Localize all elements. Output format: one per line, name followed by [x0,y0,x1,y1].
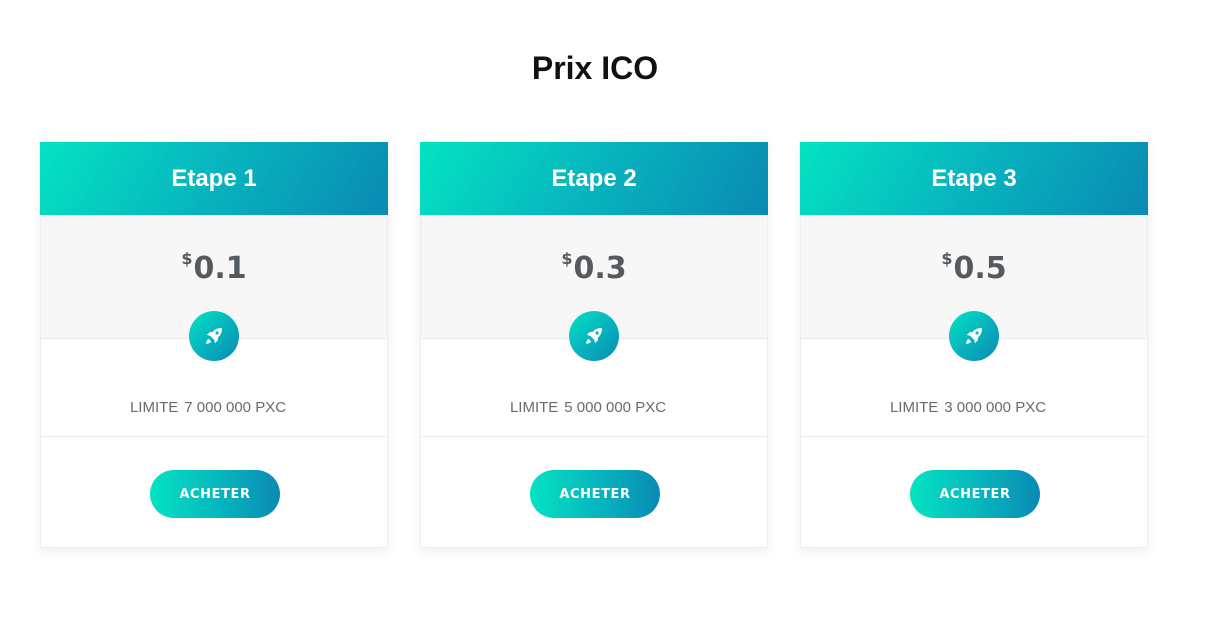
rocket-icon [949,311,999,361]
card-header: Etape 1 [40,142,388,215]
pricing-card-stage-2: Etape 2 $0.3 LIMITE 5 000 000 PXC ACHETER [420,142,768,548]
card-header: Etape 2 [420,142,768,215]
pricing-card-stage-3: Etape 3 $0.5 LIMITE 3 000 000 PXC ACHETER [800,142,1148,548]
limit-label: LIMITE [509,399,559,416]
rocket-icon [189,311,239,361]
limit-value: 5 000 000 PXC [564,399,667,416]
limit-value: 3 000 000 PXC [944,399,1047,416]
currency-symbol: $ [561,249,573,268]
price-area: $0.5 [801,215,1147,361]
price-amount: 0.5 [953,251,1007,286]
cta-area: ACHETER [421,437,767,548]
price: $0.5 [801,249,1147,286]
price-amount: 0.3 [573,251,627,286]
price-area: $0.1 [41,215,387,361]
pricing-cards: Etape 1 $0.1 LIMITE 7 000 000 PXC ACHETER… [40,142,1150,548]
rocket-icon [569,311,619,361]
currency-symbol: $ [181,249,193,268]
pricing-card-stage-1: Etape 1 $0.1 LIMITE 7 000 000 PXC ACHETER [40,142,388,548]
limit-text: LIMITE 7 000 000 PXC [35,399,381,416]
buy-button[interactable]: ACHETER [910,470,1040,518]
limit-text: LIMITE 3 000 000 PXC [795,399,1141,416]
price-amount: 0.1 [193,251,247,286]
stage-title: Etape 1 [171,164,257,192]
limit-text: LIMITE 5 000 000 PXC [415,399,761,416]
price: $0.3 [421,249,767,286]
stage-title: Etape 2 [551,164,637,192]
card-header: Etape 3 [800,142,1148,215]
limit-label: LIMITE [129,399,179,416]
cta-area: ACHETER [801,437,1147,548]
page-title: Prix ICO [531,50,659,86]
cta-area: ACHETER [41,437,387,548]
buy-button[interactable]: ACHETER [150,470,280,518]
currency-symbol: $ [941,249,953,268]
limit-label: LIMITE [889,399,939,416]
price: $0.1 [41,249,387,286]
stage-title: Etape 3 [931,164,1017,192]
price-area: $0.3 [421,215,767,361]
buy-button[interactable]: ACHETER [530,470,660,518]
limit-value: 7 000 000 PXC [184,399,287,416]
